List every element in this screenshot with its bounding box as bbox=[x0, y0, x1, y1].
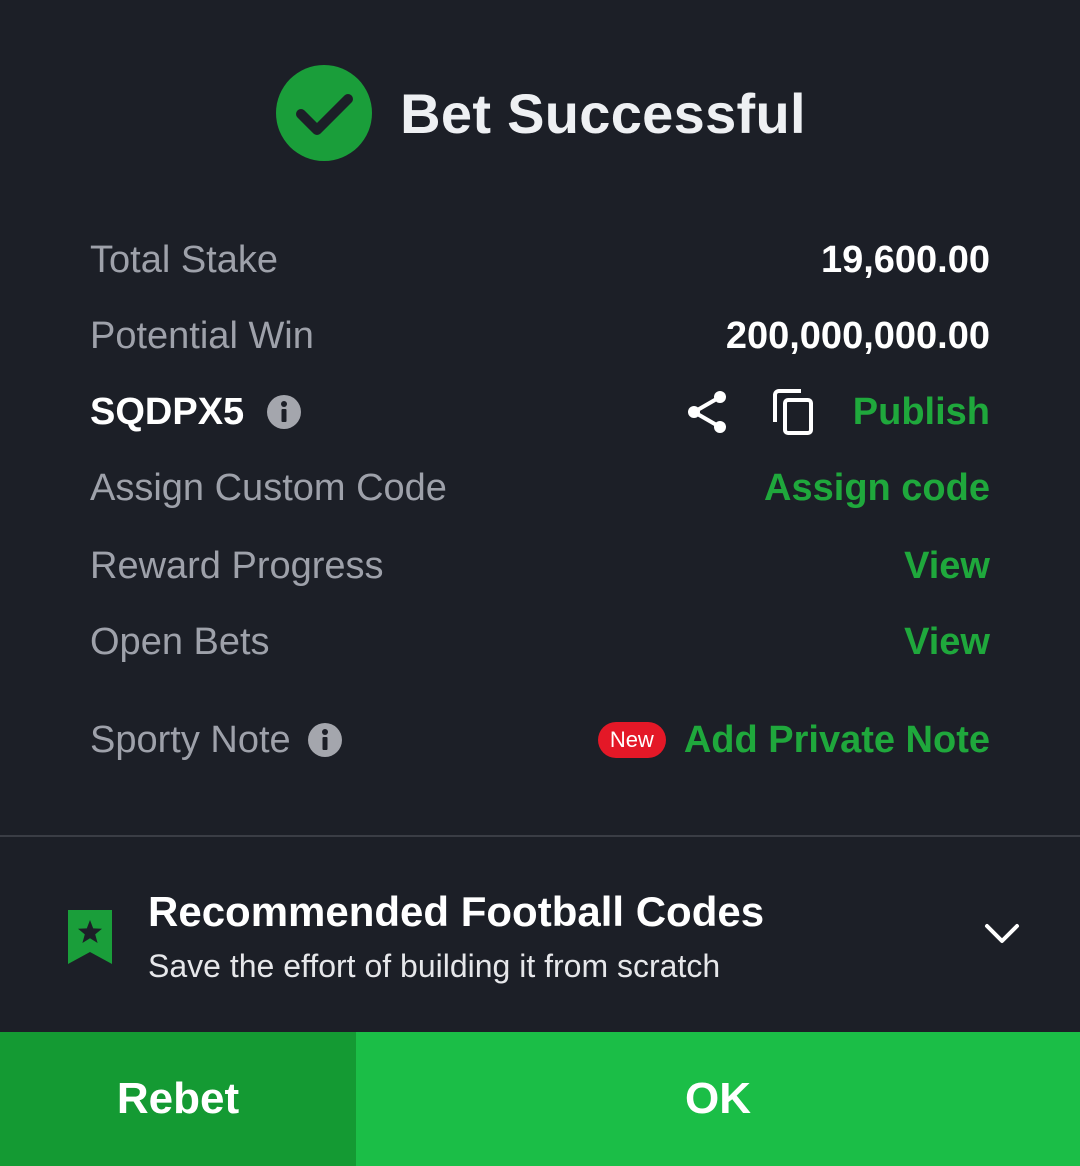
reward-progress-label: Reward Progress bbox=[90, 544, 384, 587]
copy-icon[interactable] bbox=[771, 388, 815, 436]
sporty-note-group: Sporty Note bbox=[90, 719, 343, 762]
header: Bet Successful bbox=[0, 62, 1080, 164]
total-stake-row: Total Stake 19,600.00 bbox=[90, 230, 990, 290]
bookmark-star-icon bbox=[68, 910, 112, 964]
page-title: Bet Successful bbox=[400, 81, 806, 145]
info-icon[interactable] bbox=[266, 394, 302, 430]
potential-win-row: Potential Win 200,000,000.00 bbox=[90, 306, 990, 366]
open-bets-row: Open Bets View bbox=[90, 612, 990, 672]
reward-progress-view-link[interactable]: View bbox=[904, 545, 990, 588]
recommended-codes-section[interactable]: Recommended Football Codes Save the effo… bbox=[0, 880, 1080, 1000]
assign-custom-code-row: Assign Custom Code Assign code bbox=[90, 458, 990, 518]
sporty-note-row: Sporty Note New Add Private Note bbox=[90, 710, 990, 770]
info-icon[interactable] bbox=[307, 722, 343, 758]
potential-win-label: Potential Win bbox=[90, 314, 314, 357]
add-private-note-link[interactable]: Add Private Note bbox=[684, 719, 990, 762]
potential-win-value: 200,000,000.00 bbox=[725, 314, 990, 357]
reward-progress-row: Reward Progress View bbox=[90, 536, 990, 596]
sporty-note-actions: New Add Private Note bbox=[597, 719, 990, 762]
booking-code-row: SQDPX5 Publish bbox=[90, 382, 990, 442]
total-stake-value: 19,600.00 bbox=[820, 238, 990, 281]
assign-custom-code-label: Assign Custom Code bbox=[90, 466, 447, 509]
check-circle-icon bbox=[276, 65, 373, 161]
total-stake-label: Total Stake bbox=[90, 238, 278, 281]
recommended-title: Recommended Football Codes bbox=[148, 888, 765, 935]
rebet-button[interactable]: Rebet bbox=[0, 1032, 356, 1166]
booking-code-group: SQDPX5 bbox=[90, 391, 302, 434]
booking-code: SQDPX5 bbox=[90, 390, 245, 433]
share-icon[interactable] bbox=[685, 389, 729, 435]
publish-link[interactable]: Publish bbox=[853, 391, 990, 434]
section-divider bbox=[0, 835, 1080, 837]
bet-success-screen: Bet Successful Total Stake 19,600.00 Pot… bbox=[0, 0, 1080, 1166]
booking-actions: Publish bbox=[685, 388, 990, 436]
new-badge: New bbox=[597, 722, 666, 758]
chevron-down-icon[interactable] bbox=[984, 922, 1020, 946]
open-bets-view-link[interactable]: View bbox=[904, 621, 990, 664]
ok-button[interactable]: OK bbox=[356, 1032, 1080, 1166]
assign-code-link[interactable]: Assign code bbox=[764, 467, 990, 510]
open-bets-label: Open Bets bbox=[90, 620, 270, 663]
sporty-note-label: Sporty Note bbox=[90, 718, 291, 761]
recommended-subtitle: Save the effort of building it from scra… bbox=[148, 948, 721, 984]
